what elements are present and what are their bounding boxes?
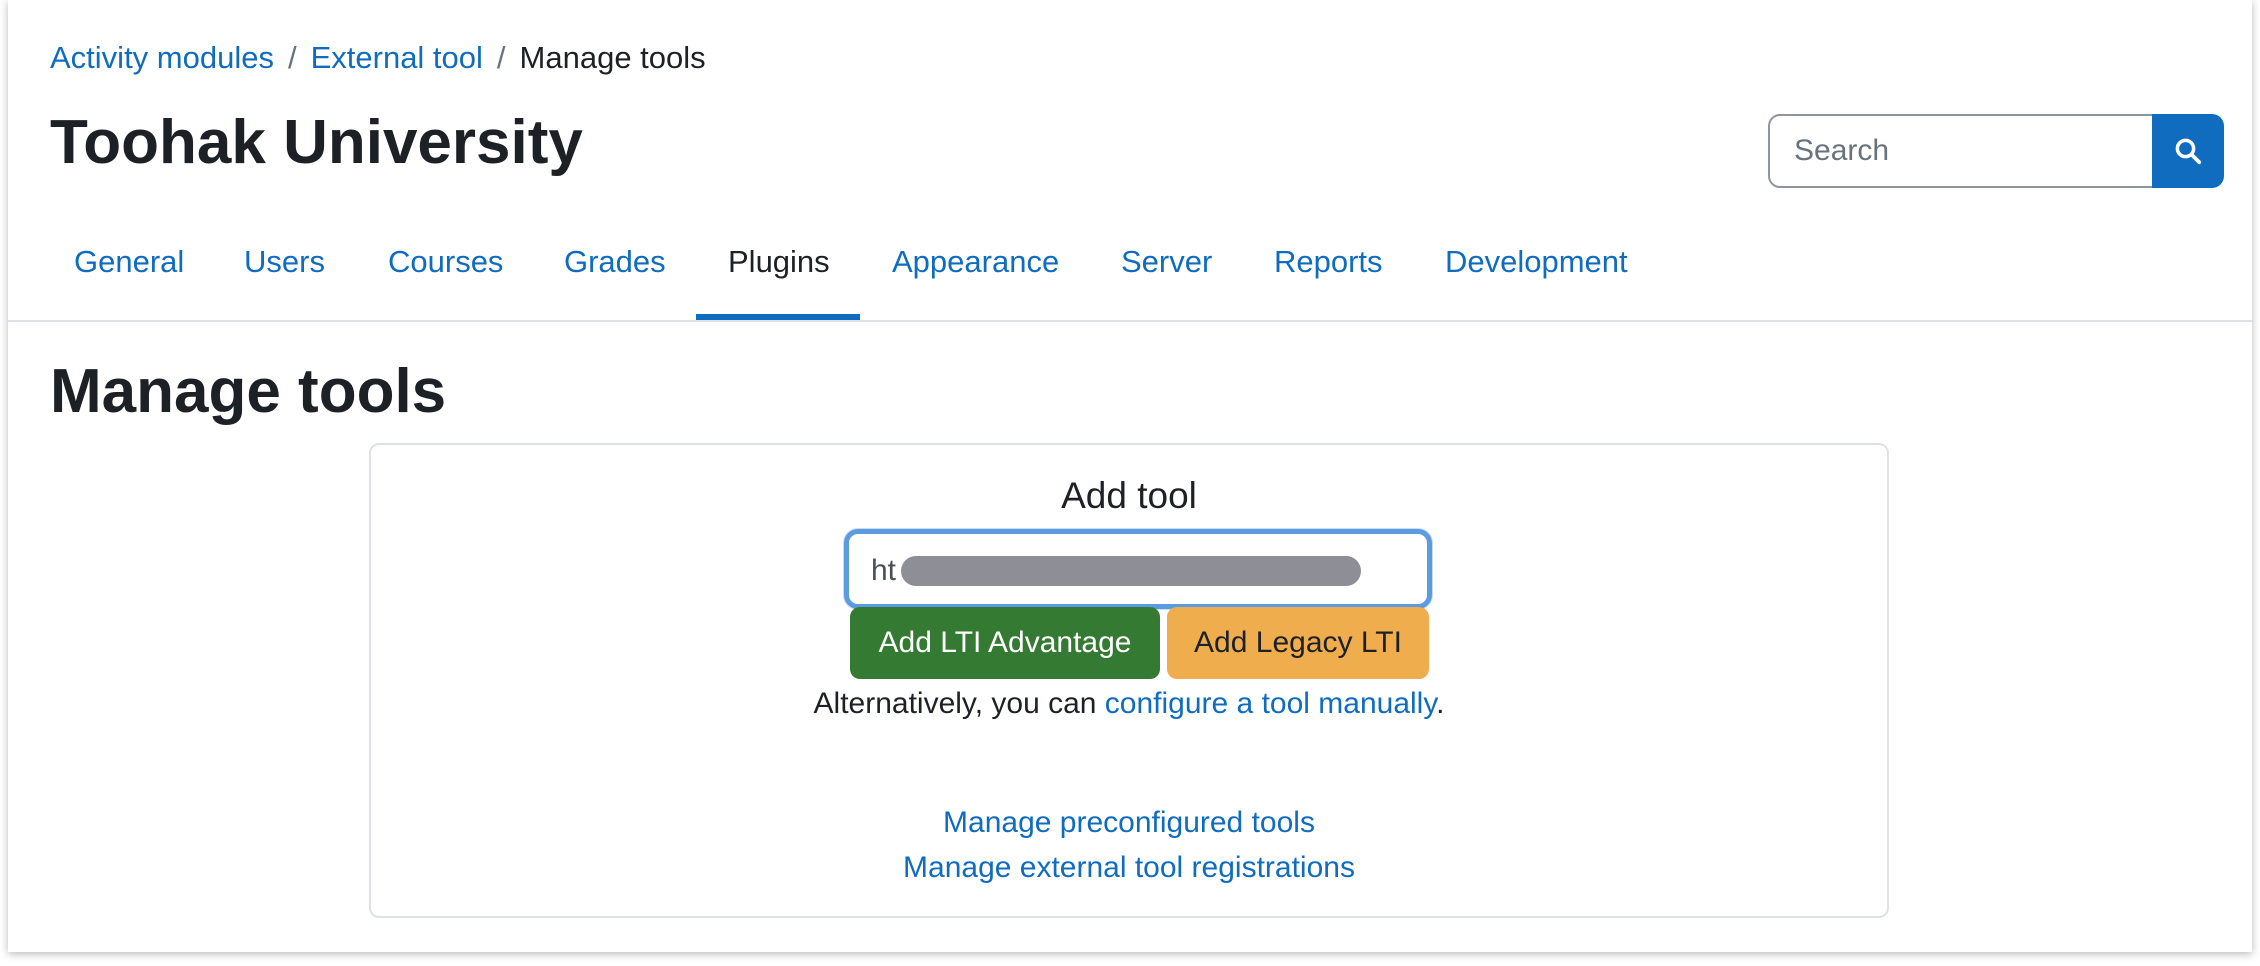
registrations-link-row: Manage external tool registrations [371,851,1887,885]
add-lti-advantage-button[interactable]: Add LTI Advantage [850,607,1160,679]
breadcrumb-separator: / [287,40,297,75]
add-legacy-lti-button[interactable]: Add Legacy LTI [1167,607,1429,679]
breadcrumb: Activity modules / External tool / Manage to… [50,40,706,76]
tool-url-input[interactable]: ht [844,529,1432,609]
search-input[interactable] [1768,114,2152,188]
tab-grades[interactable]: Grades [564,244,666,280]
tab-courses[interactable]: Courses [388,244,503,280]
add-tool-heading: Add tool [1061,475,1197,516]
tool-url-value: ht [871,554,897,587]
tab-general[interactable]: General [74,244,184,280]
breadcrumb-separator: / [496,40,506,75]
page-title: Manage tools [50,357,447,426]
search-bar [1768,114,2224,188]
active-tab-indicator [696,314,860,320]
primary-navigation: General Users Courses Grades Plugins App… [8,232,2252,322]
search-button[interactable] [2152,114,2224,188]
breadcrumb-activity-modules[interactable]: Activity modules [50,40,274,75]
tab-development[interactable]: Development [1445,244,1628,280]
alternative-suffix: . [1436,687,1445,720]
alternative-text: Alternatively, you can configure a tool … [371,687,1887,721]
site-title: Toohak University [50,108,583,177]
search-icon [2175,138,2202,165]
preconfigured-link-row: Manage preconfigured tools [371,806,1887,840]
manage-preconfigured-tools-link[interactable]: Manage preconfigured tools [943,806,1315,839]
tab-reports[interactable]: Reports [1274,244,1383,280]
alternative-prefix: Alternatively, you can [813,687,1105,720]
redacted-url [901,556,1361,586]
page-frame: Activity modules / External tool / Manage to… [8,0,2252,952]
configure-tool-manually-link[interactable]: configure a tool manually [1105,687,1436,720]
tab-appearance[interactable]: Appearance [892,244,1059,280]
breadcrumb-external-tool[interactable]: External tool [311,40,483,75]
tab-server[interactable]: Server [1121,244,1212,280]
tab-plugins[interactable]: Plugins [728,244,830,280]
tab-users[interactable]: Users [244,244,325,280]
manage-external-tool-registrations-link[interactable]: Manage external tool registrations [903,851,1355,884]
breadcrumb-current: Manage tools [519,40,706,75]
add-tool-card: Add tool ht Add LTI Advantage Add Legacy… [369,443,1889,918]
